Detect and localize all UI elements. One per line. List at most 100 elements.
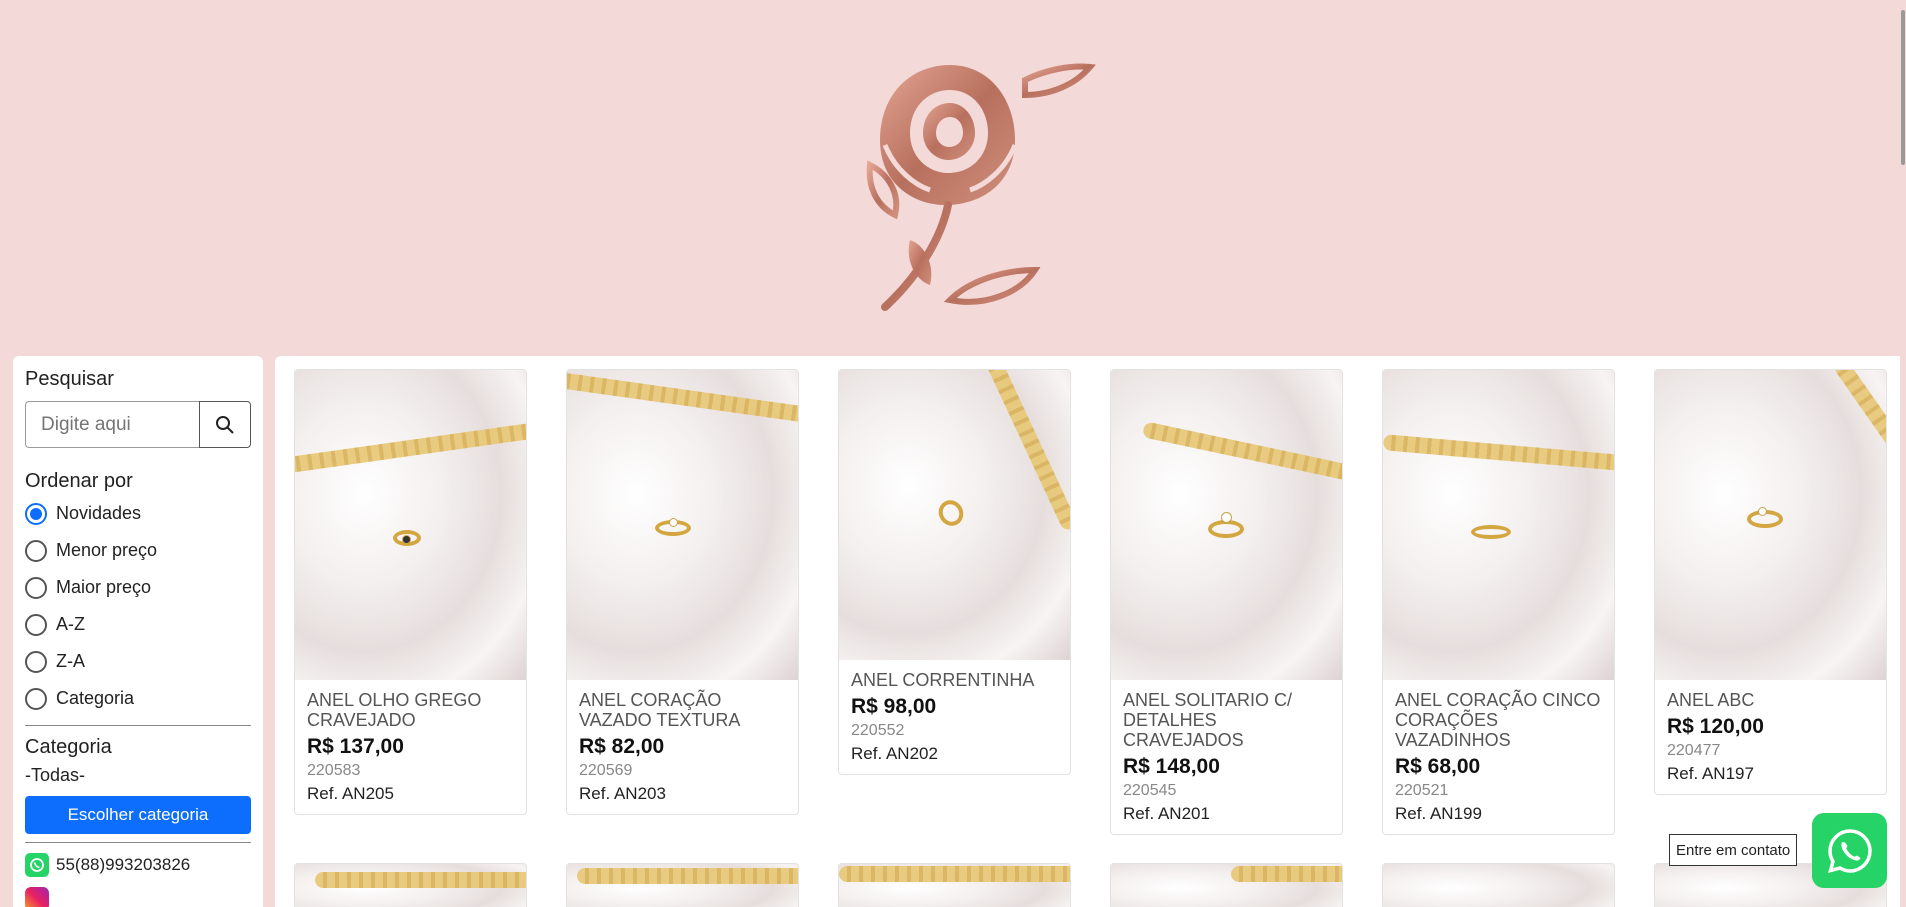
product-card[interactable]: ANEL CORRENTINHA R$ 98,00 220552 Ref. AN… [838, 369, 1071, 775]
product-price: R$ 137,00 [307, 735, 404, 758]
product-image[interactable] [1383, 864, 1614, 907]
wheat-decoration [1383, 434, 1614, 472]
whatsapp-icon [25, 853, 49, 877]
product-price: R$ 98,00 [851, 695, 937, 718]
product-info: ANEL CORRENTINHA R$ 98,00 220552 Ref. AN… [839, 660, 1070, 774]
product-price: R$ 120,00 [1667, 715, 1764, 738]
phone-number: 55(88)993203826 [56, 855, 191, 874]
radio-button[interactable] [25, 576, 47, 599]
category-current: -Todas- [25, 765, 86, 785]
wheat-decoration [295, 421, 526, 475]
product-ref: Ref. AN205 [307, 784, 394, 803]
product-name[interactable]: ANEL CORAÇÃO VAZADO TEXTURA [579, 690, 786, 730]
product-name[interactable]: ANEL OLHO GREGO CRAVEJADO [307, 690, 514, 730]
radio-button[interactable] [25, 687, 47, 710]
site-header [0, 0, 1906, 355]
sort-label: Ordenar por [25, 470, 133, 492]
wheat-decoration [1231, 866, 1342, 882]
sort-option-a-z[interactable]: A-Z [25, 606, 251, 643]
rose-logo-icon[interactable] [770, 45, 1130, 325]
search-input[interactable] [25, 401, 199, 448]
product-image[interactable] [567, 370, 798, 680]
product-card[interactable]: ANEL ABC R$ 120,00 220477 Ref. AN197 [1654, 369, 1887, 795]
product-ref: Ref. AN202 [851, 744, 938, 763]
search-icon [216, 415, 234, 434]
product-code: 220552 [851, 722, 905, 739]
divider [25, 842, 251, 843]
product-image[interactable] [295, 864, 526, 907]
product-image[interactable] [295, 370, 526, 680]
product-image[interactable] [1383, 370, 1614, 680]
product-image[interactable] [1655, 370, 1886, 680]
product-card[interactable] [566, 863, 799, 907]
product-name[interactable]: ANEL CORAÇÃO CINCO CORAÇÕES VAZADINHOS [1395, 690, 1602, 750]
sort-option-novidades[interactable]: Novidades [25, 495, 251, 532]
search-bar [25, 401, 251, 448]
whatsapp-float-button[interactable] [1812, 813, 1887, 888]
ring-image [1471, 525, 1511, 539]
gem-image [669, 518, 678, 527]
product-card[interactable] [294, 863, 527, 907]
product-ref: Ref. AN203 [579, 784, 666, 803]
instagram-icon[interactable] [25, 887, 49, 907]
whatsapp-icon [1827, 828, 1872, 873]
product-card[interactable]: ANEL CORAÇÃO CINCO CORAÇÕES VAZADINHOS R… [1382, 369, 1615, 835]
whatsapp-contact[interactable]: 55(88)993203826 [25, 853, 251, 877]
product-card[interactable]: ANEL OLHO GREGO CRAVEJADO R$ 137,00 2205… [294, 369, 527, 815]
ring-image [934, 495, 968, 531]
product-info: ANEL OLHO GREGO CRAVEJADO R$ 137,00 2205… [295, 680, 526, 814]
wheat-decoration [979, 370, 1070, 533]
product-code: 220569 [579, 762, 633, 779]
product-image[interactable] [839, 370, 1070, 660]
filter-sidebar: Pesquisar Ordenar por Novidades Menor pr… [13, 356, 263, 907]
product-name[interactable]: ANEL CORRENTINHA [851, 670, 1058, 690]
product-info: ANEL ABC R$ 120,00 220477 Ref. AN197 [1655, 680, 1886, 794]
wheat-decoration [839, 866, 1070, 882]
scrollbar[interactable] [1900, 0, 1906, 907]
gem-image [1221, 512, 1232, 523]
product-info: ANEL CORAÇÃO VAZADO TEXTURA R$ 82,00 220… [567, 680, 798, 814]
gem-image [1758, 507, 1767, 516]
product-card[interactable] [838, 863, 1071, 907]
divider [25, 725, 251, 726]
contact-tooltip: Entre em contato [1669, 834, 1798, 866]
product-card[interactable]: ANEL SOLITARIO C/ DETALHES CRAVEJADOS R$… [1110, 369, 1343, 835]
product-image[interactable] [1111, 370, 1342, 680]
product-price: R$ 148,00 [1123, 755, 1220, 778]
product-card[interactable] [1110, 863, 1343, 907]
sort-option-maior-preco[interactable]: Maior preço [25, 569, 251, 606]
product-name[interactable]: ANEL ABC [1667, 690, 1874, 710]
radio-button[interactable] [25, 502, 47, 525]
product-card[interactable] [1382, 863, 1615, 907]
product-listing: ANEL OLHO GREGO CRAVEJADO R$ 137,00 2205… [275, 356, 1906, 907]
wheat-decoration [567, 371, 798, 425]
wheat-decoration [577, 868, 798, 884]
radio-button[interactable] [25, 650, 47, 673]
sort-option-z-a[interactable]: Z-A [25, 643, 251, 680]
search-button[interactable] [199, 401, 251, 448]
product-image[interactable] [839, 864, 1070, 907]
product-code: 220477 [1667, 742, 1721, 759]
gem-image [402, 535, 411, 544]
radio-button[interactable] [25, 539, 47, 562]
radio-button[interactable] [25, 613, 47, 636]
product-ref: Ref. AN197 [1667, 764, 1754, 783]
product-ref: Ref. AN199 [1395, 804, 1482, 823]
product-image[interactable] [1111, 864, 1342, 907]
scrollbar-thumb[interactable] [1901, 10, 1905, 165]
sort-option-categoria[interactable]: Categoria [25, 680, 251, 717]
product-name[interactable]: ANEL SOLITARIO C/ DETALHES CRAVEJADOS [1123, 690, 1330, 750]
wheat-decoration [1141, 421, 1342, 485]
category-label: Categoria [25, 736, 112, 758]
search-label: Pesquisar [25, 368, 114, 390]
product-card[interactable]: ANEL CORAÇÃO VAZADO TEXTURA R$ 82,00 220… [566, 369, 799, 815]
product-image[interactable] [567, 864, 798, 907]
sort-option-menor-preco[interactable]: Menor preço [25, 532, 251, 569]
product-code: 220521 [1395, 782, 1449, 799]
choose-category-button[interactable]: Escolher categoria [25, 796, 251, 834]
wheat-decoration [1832, 370, 1886, 499]
product-code: 220545 [1123, 782, 1177, 799]
product-code: 220583 [307, 762, 361, 779]
product-price: R$ 82,00 [579, 735, 665, 758]
product-price: R$ 68,00 [1395, 755, 1481, 778]
